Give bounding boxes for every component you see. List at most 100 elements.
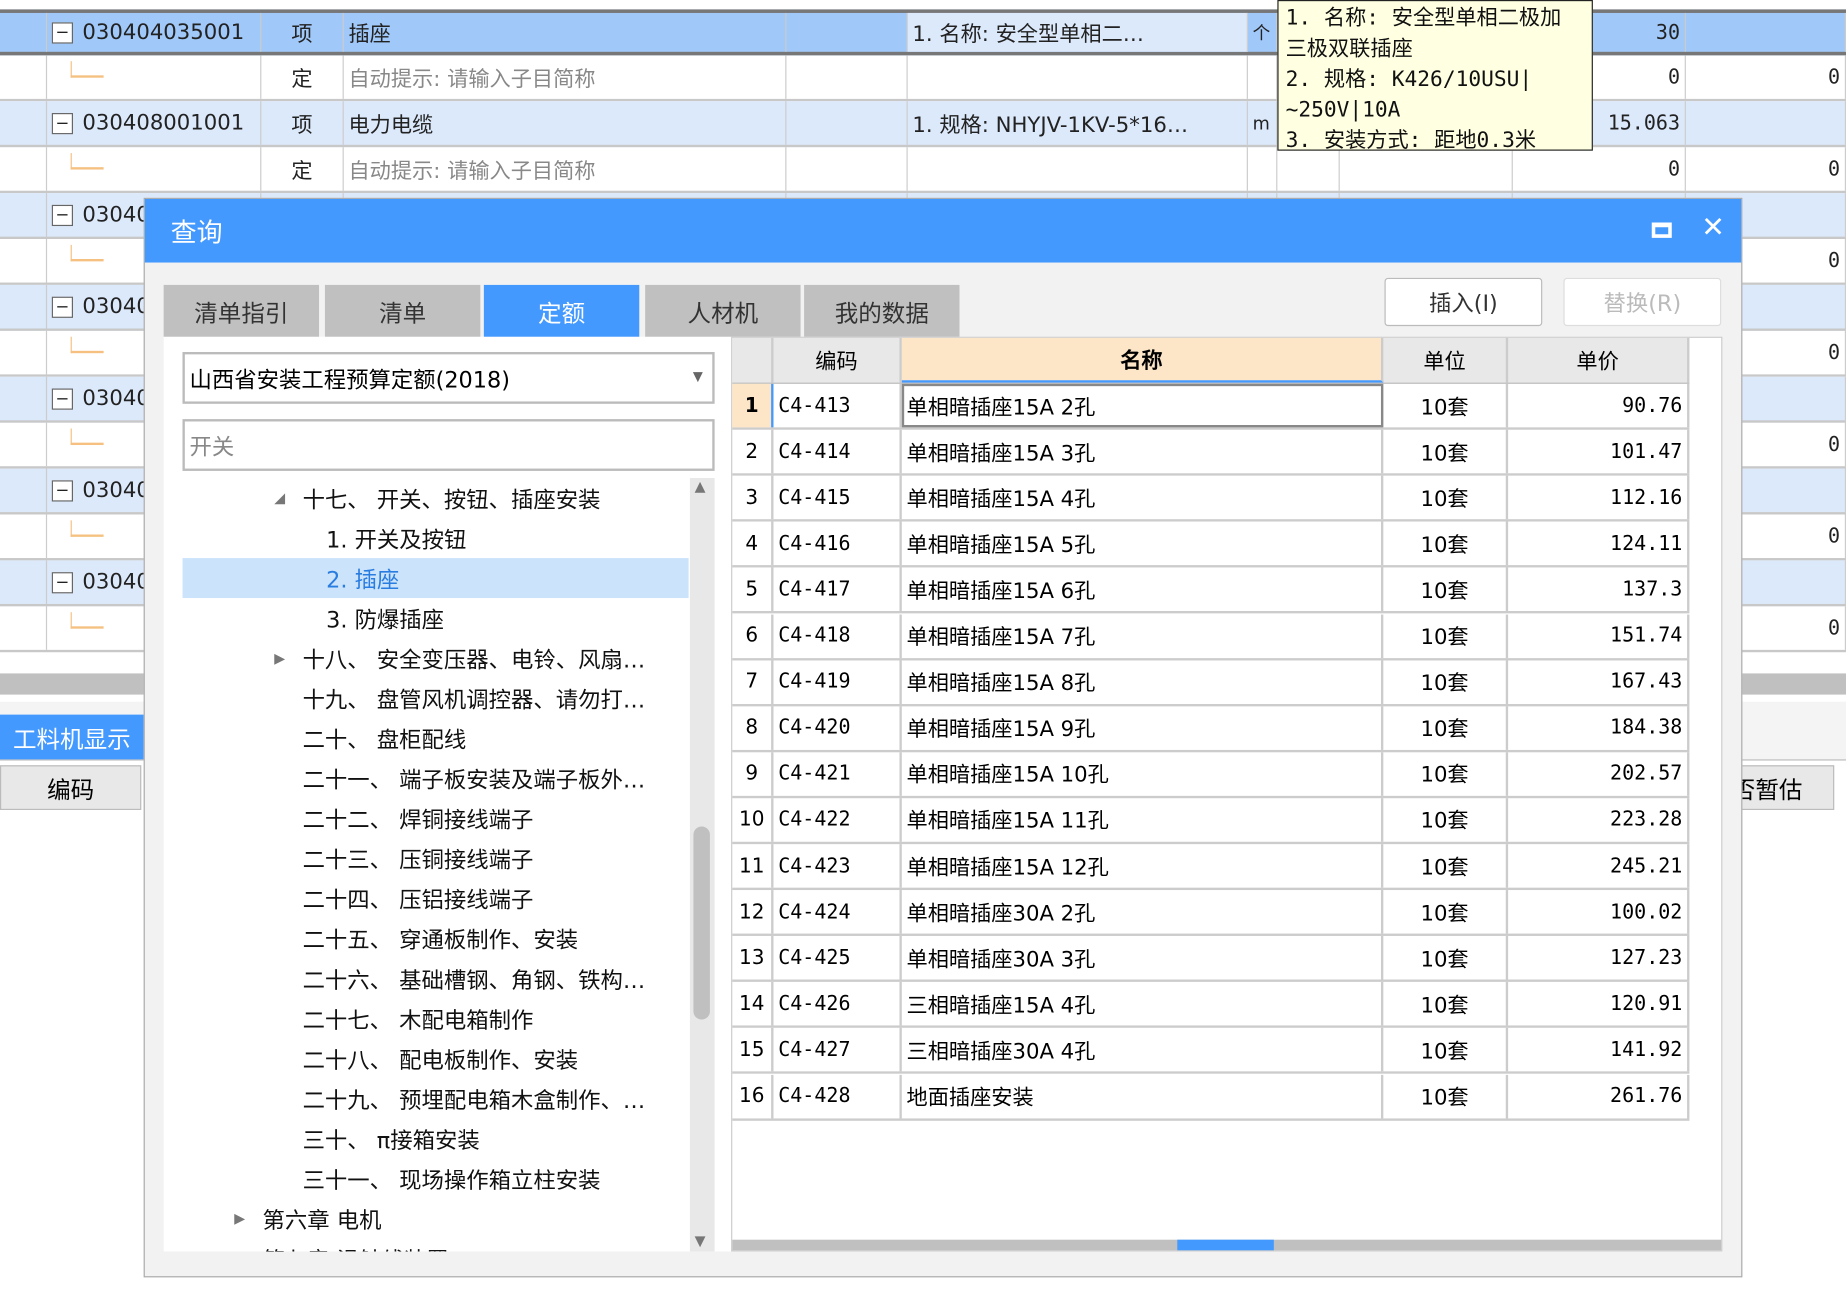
cell-unit[interactable]: 10套 [1383,1074,1509,1118]
grid-cell[interactable]: 1. 规格: NHYJV-1KV-5*16… [908,101,1248,145]
tree-item[interactable]: 第七章 滑触线装置 [182,1239,688,1251]
cell-unit[interactable]: 10套 [1383,475,1509,520]
header-unit[interactable]: 单位 [1383,337,1509,383]
grid-cell[interactable]: 自动提示: 请输入子目简称 [344,55,787,99]
tree-item[interactable]: ▶ 十八、 安全变压器、电铃、风扇… [182,638,688,678]
cell-price[interactable]: 137.3 [1508,567,1690,612]
cell-unit[interactable]: 10套 [1383,1028,1509,1072]
table-row[interactable]: 4 C4-416 单相暗插座15A 5孔 10套 124.11 [732,521,1690,568]
grid-cell[interactable]: −030408001001 [47,101,262,145]
tab-0[interactable]: 清单指引 [163,284,320,337]
cell-price[interactable]: 167.43 [1508,659,1690,704]
tree-item[interactable]: 二十三、 压铜接线端子 [182,838,688,878]
grid-cell[interactable] [1248,147,1278,191]
cell-unit[interactable]: 10套 [1383,613,1509,658]
cell-price[interactable]: 112.16 [1508,475,1690,520]
tree-item[interactable]: 2. 插座 [182,558,689,599]
cell-unit[interactable]: 10套 [1383,982,1509,1026]
cell-code[interactable]: C4-422 [773,798,902,842]
tree-item[interactable]: 二十七、 木配电箱制作 [182,998,688,1038]
cell-name[interactable]: 单相暗插座30A 2孔 [902,890,1384,934]
grid-cell[interactable] [1248,55,1278,99]
tree-item[interactable]: 1. 开关及按钮 [182,518,688,558]
tree-item[interactable]: 十九、 盘管风机调控器、请勿打… [182,678,688,718]
tree-item[interactable]: 二十四、 压铝接线端子 [182,878,688,918]
cell-name[interactable]: 三相暗插座30A 4孔 [902,1028,1384,1072]
tree-item[interactable]: 二十九、 预埋配电箱木盒制作、… [182,1078,688,1118]
cell-code[interactable]: C4-423 [773,844,902,888]
cell-name[interactable]: 单相暗插座15A 6孔 [902,567,1384,612]
collapsed-arrow-icon[interactable]: ▶ [274,650,290,666]
grid-cell[interactable]: 电力电缆 [344,101,787,145]
cell-unit[interactable]: 10套 [1383,890,1509,934]
collapse-icon[interactable]: − [51,112,73,134]
cell-name[interactable]: 单相暗插座15A 12孔 [902,844,1384,888]
grid-cell[interactable] [9,422,48,467]
cell-name[interactable]: 单相暗插座15A 4孔 [902,475,1384,520]
cell-code[interactable]: C4-416 [773,521,902,566]
grid-cell[interactable] [9,12,48,52]
collapse-icon[interactable]: − [51,571,73,593]
table-row[interactable]: 7 C4-419 单相暗插座15A 8孔 10套 167.43 [732,659,1690,706]
tab-labor-material-display[interactable]: 工料机显示 [0,714,144,760]
cell-name[interactable]: 单相暗插座15A 11孔 [902,798,1384,842]
collapse-icon[interactable]: − [51,21,73,43]
cell-code[interactable]: C4-426 [773,982,902,1026]
cell-name[interactable]: 单相暗插座15A 10孔 [902,752,1384,796]
cell-code[interactable]: C4-421 [773,752,902,796]
table-row[interactable]: 1 C4-413 单相暗插座15A 2孔 10套 90.76 [732,383,1690,430]
cell-price[interactable]: 202.57 [1508,752,1690,796]
grid-cell[interactable]: 项 [261,12,344,52]
tree-item[interactable]: 二十、 盘柜配线 [182,718,688,758]
cell-price[interactable]: 151.74 [1508,613,1690,658]
cell-name[interactable]: 单相暗插座15A 5孔 [902,521,1384,566]
header-code[interactable]: 编码 [773,337,902,383]
cell-price[interactable]: 184.38 [1508,706,1690,750]
replace-button[interactable]: 替换(R) [1563,277,1722,327]
grid-cell[interactable] [9,606,48,650]
cell-price[interactable]: 120.91 [1508,982,1690,1026]
table-row[interactable]: 12 C4-424 单相暗插座30A 2孔 10套 100.02 [732,890,1690,937]
cell-price[interactable]: 261.76 [1508,1074,1690,1118]
cell-price[interactable]: 90.76 [1508,383,1690,428]
grid-cell[interactable] [9,284,48,329]
table-row[interactable]: 9 C4-421 单相暗插座15A 10孔 10套 202.57 [732,752,1690,798]
grid-cell[interactable] [1686,12,1846,52]
cell-price[interactable]: 223.28 [1508,798,1690,842]
grid-cell[interactable] [47,55,262,99]
table-row[interactable]: 8 C4-420 单相暗插座15A 9孔 10套 184.38 [732,706,1690,752]
grid-cell[interactable]: 插座 [344,12,787,52]
tree-item[interactable]: 二十二、 焊铜接线端子 [182,798,688,838]
table-row[interactable]: 13 C4-425 单相暗插座30A 3孔 10套 127.23 [732,936,1690,983]
cell-price[interactable]: 124.11 [1508,521,1690,566]
grid-cell[interactable] [9,101,48,145]
cell-code[interactable]: C4-415 [773,475,902,520]
cell-name[interactable]: 地面插座安装 [902,1074,1384,1118]
cell-name[interactable]: 三相暗插座15A 4孔 [902,982,1384,1026]
table-row[interactable]: 15 C4-427 三相暗插座30A 4孔 10套 141.92 [732,1028,1690,1075]
grid-cell[interactable]: 项 [261,101,344,145]
expanded-arrow-icon[interactable]: ◢ [274,490,290,506]
grid-cell[interactable] [9,147,48,191]
grid-cell[interactable] [9,560,48,604]
grid-cell[interactable]: 定 [261,55,344,99]
cell-code[interactable]: C4-413 [773,383,902,428]
cell-code[interactable]: C4-425 [773,936,902,980]
cell-unit[interactable]: 10套 [1383,521,1509,566]
grid-cell[interactable] [9,468,48,513]
insert-button[interactable]: 插入(I) [1384,277,1543,327]
tree-item[interactable]: ▶ 第六章 电机 [182,1198,688,1238]
tree-scrollbar[interactable]: ▲ ▼ [689,477,715,1252]
header-name[interactable]: 名称 [901,337,1384,383]
cell-price[interactable]: 101.47 [1508,429,1690,474]
scroll-thumb[interactable] [693,826,710,1020]
cell-code[interactable]: C4-414 [773,429,902,474]
tab-3[interactable]: 人材机 [645,284,801,337]
quota-library-select[interactable]: 山西省安装工程预算定额(2018) ▼ [182,352,715,404]
cell-unit[interactable]: 10套 [1383,798,1509,842]
cell-unit[interactable]: 10套 [1383,659,1509,704]
grid-cell[interactable] [47,147,262,191]
tree-item[interactable]: ◢ 十七、 开关、按钮、插座安装 [182,478,688,518]
header-price[interactable]: 单价 [1508,337,1690,383]
cell-name[interactable]: 单相暗插座15A 8孔 [902,659,1384,704]
